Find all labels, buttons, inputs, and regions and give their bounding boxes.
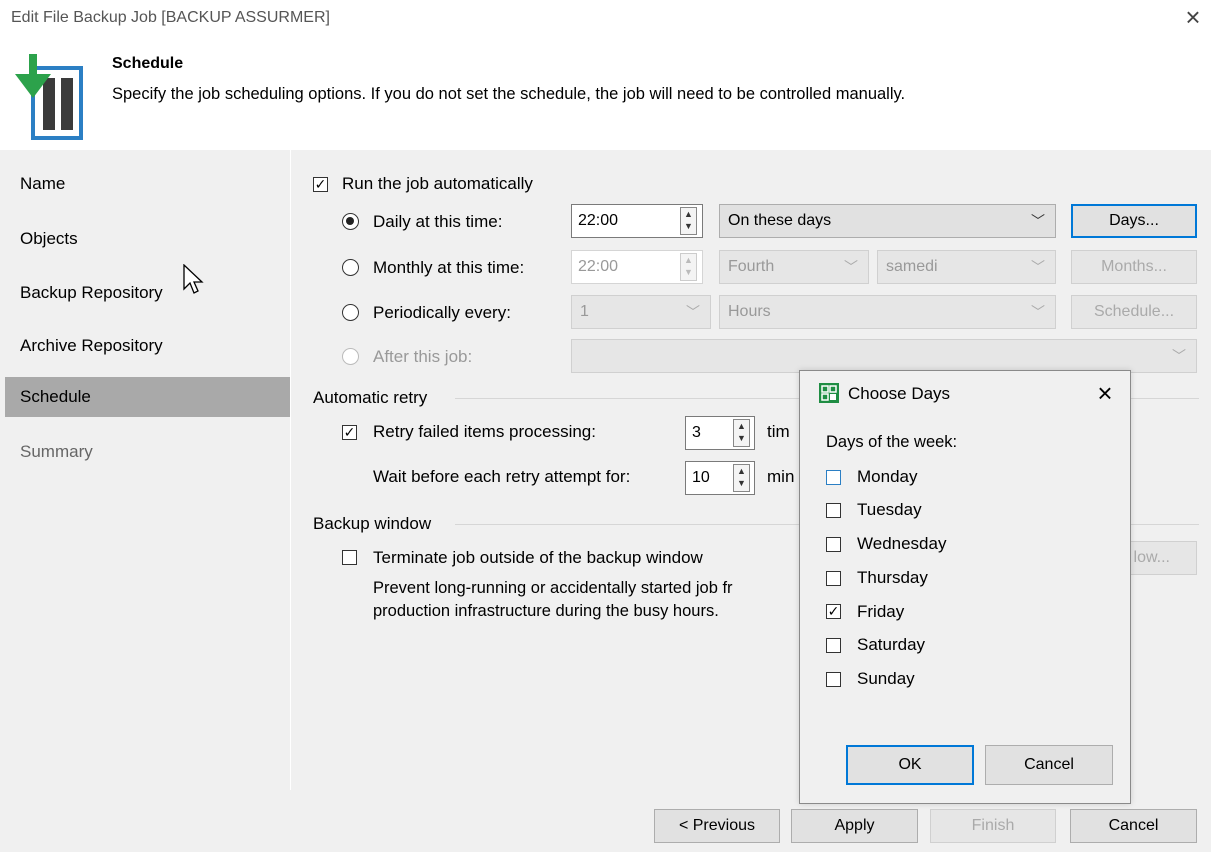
wait-unit: min [767, 467, 795, 486]
periodically-label: Periodically every: [373, 303, 511, 322]
dialog-close-icon[interactable]: × [1090, 378, 1120, 408]
finish-button[interactable]: Finish [930, 809, 1056, 843]
friday-checkbox[interactable]: ✓ [826, 604, 841, 619]
run-automatically-label: Run the job automatically [342, 174, 533, 193]
backup-window-heading: Backup window [313, 514, 432, 533]
monday-checkbox[interactable] [826, 470, 841, 485]
chevron-down-icon: ﹀ [1172, 348, 1186, 364]
monday-label: Monday [857, 467, 918, 486]
periodically-unit-value: Hours [728, 303, 771, 320]
monthly-day-select[interactable]: samedi ﹀ [877, 250, 1056, 284]
days-of-week-label: Days of the week: [826, 433, 958, 451]
wednesday-checkbox[interactable] [826, 537, 841, 552]
previous-button[interactable]: < Previous [654, 809, 780, 843]
daily-radio[interactable] [342, 213, 359, 230]
cancel-button[interactable]: Cancel [1070, 809, 1197, 843]
saturday-label: Saturday [857, 635, 926, 654]
run-automatically-checkbox[interactable]: ✓ [313, 177, 328, 192]
mouse-cursor-icon [183, 264, 204, 294]
periodic-schedule-button[interactable]: Schedule... [1071, 295, 1197, 329]
tuesday-checkbox[interactable] [826, 503, 841, 518]
apply-button[interactable]: Apply [791, 809, 918, 843]
page-description: Specify the job scheduling options. If y… [112, 85, 906, 103]
terminate-label: Terminate job outside of the backup wind… [373, 548, 703, 567]
thursday-checkbox[interactable] [826, 571, 841, 586]
monthly-radio[interactable] [342, 259, 359, 276]
automatic-retry-heading: Automatic retry [313, 388, 428, 407]
chevron-down-icon: ﹀ [1031, 213, 1045, 229]
after-job-select[interactable]: ﹀ [571, 339, 1197, 373]
nav-item-name[interactable]: Name [20, 174, 65, 194]
terminate-description-line1: Prevent long-running or accidentally sta… [373, 579, 733, 597]
monthly-day-value: samedi [886, 258, 938, 275]
terminate-description-line2: production infrastructure during the bus… [373, 602, 719, 620]
nav-item-objects[interactable]: Objects [20, 229, 78, 249]
page-title: Schedule [112, 55, 184, 72]
periodically-radio[interactable] [342, 304, 359, 321]
months-button[interactable]: Months... [1071, 250, 1197, 284]
veeam-app-icon [819, 383, 839, 403]
daily-label: Daily at this time: [373, 212, 503, 231]
dialog-ok-button[interactable]: OK [846, 745, 974, 785]
wait-label: Wait before each retry attempt for: [373, 467, 631, 486]
nav-item-summary[interactable]: Summary [20, 442, 93, 462]
retry-label: Retry failed items processing: [373, 422, 596, 441]
chevron-down-icon: ﹀ [844, 259, 858, 275]
periodically-value: 1 [580, 303, 589, 320]
after-job-label: After this job: [373, 347, 473, 366]
after-job-radio[interactable] [342, 348, 359, 365]
chevron-down-icon: ﹀ [1031, 304, 1045, 320]
retry-count-unit: tim [767, 422, 790, 441]
friday-label: Friday [857, 602, 905, 621]
sunday-label: Sunday [857, 669, 915, 688]
thursday-label: Thursday [857, 568, 928, 587]
monthly-label: Monthly at this time: [373, 258, 525, 277]
dialog-cancel-button[interactable]: Cancel [985, 745, 1113, 785]
backup-job-icon [15, 54, 83, 140]
monthly-week-select[interactable]: Fourth ﹀ [719, 250, 869, 284]
window-title: Edit File Backup Job [BACKUP ASSURMER] [11, 9, 330, 26]
sunday-checkbox[interactable] [826, 672, 841, 687]
monthly-week-value: Fourth [728, 258, 775, 275]
periodically-value-select[interactable]: 1 ﹀ [571, 295, 711, 329]
wednesday-label: Wednesday [857, 534, 947, 553]
periodically-unit-select[interactable]: Hours ﹀ [719, 295, 1056, 329]
retry-count-spinner[interactable]: ▲ ▼ [733, 419, 750, 447]
monthly-time-spinner[interactable]: ▲ ▼ [680, 253, 697, 281]
daily-mode-value: On these days [728, 212, 832, 229]
daily-time-spinner[interactable]: ▲ ▼ [680, 207, 697, 235]
saturday-checkbox[interactable] [826, 638, 841, 653]
days-button[interactable]: Days... [1071, 204, 1197, 238]
chevron-down-icon: ﹀ [1031, 259, 1045, 275]
wait-minutes-spinner[interactable]: ▲ ▼ [733, 464, 750, 492]
tuesday-label: Tuesday [857, 500, 922, 519]
terminate-checkbox[interactable] [342, 550, 357, 565]
retry-checkbox[interactable]: ✓ [342, 425, 357, 440]
nav-item-backup-repository[interactable]: Backup Repository [20, 283, 163, 303]
dialog-title: Choose Days [848, 384, 951, 403]
daily-mode-select[interactable]: On these days ﹀ [719, 204, 1056, 238]
nav-item-schedule[interactable]: Schedule [20, 387, 91, 407]
chevron-down-icon: ﹀ [686, 304, 700, 320]
window-close-icon[interactable]: × [1180, 4, 1206, 30]
nav-item-archive-repository[interactable]: Archive Repository [20, 336, 163, 356]
